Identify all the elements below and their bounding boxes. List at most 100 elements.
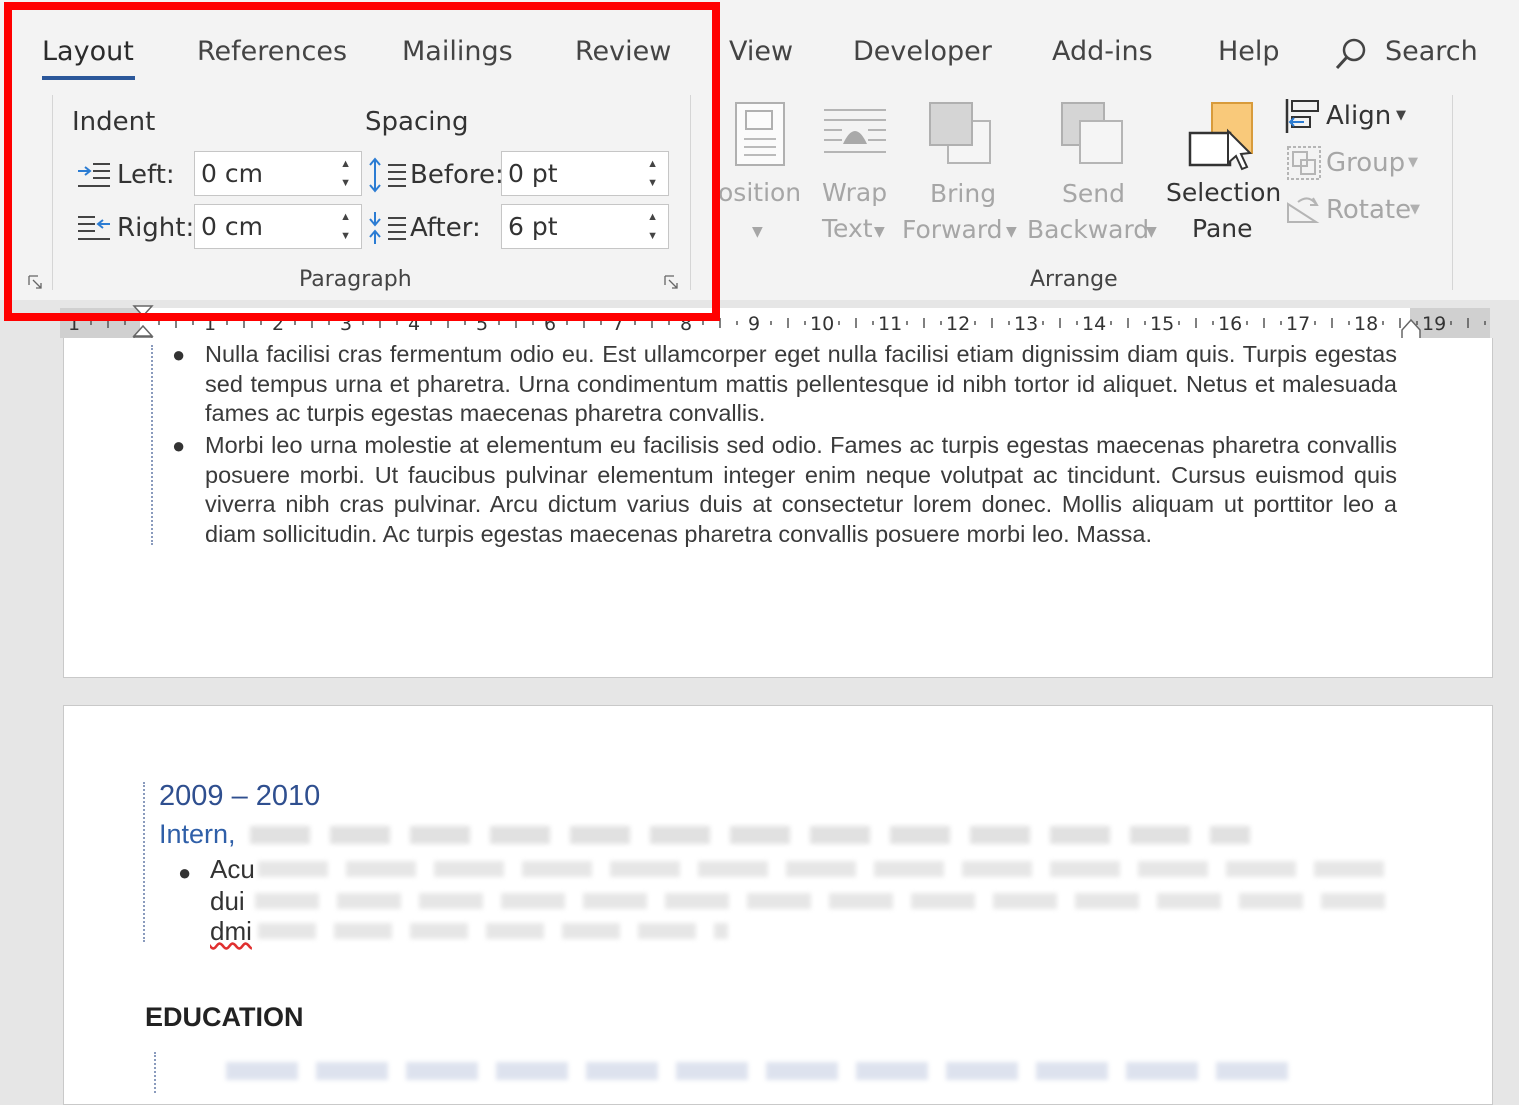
tab-layout[interactable]: Layout — [42, 36, 134, 67]
ruler-number: 1 — [68, 313, 81, 335]
spin-up-icon[interactable]: ▲ — [340, 212, 351, 223]
ruler-number: 4 — [408, 313, 421, 335]
bring-forward-icon — [929, 102, 991, 164]
page-setup-launcher-icon[interactable] — [28, 275, 42, 289]
spin-up-icon[interactable]: ▲ — [340, 159, 351, 170]
spin-down-icon[interactable]: ▼ — [647, 178, 658, 189]
indent-right-input[interactable] — [201, 211, 321, 241]
spacing-before-label: Before: — [410, 160, 504, 190]
spin-down-icon[interactable]: ▼ — [340, 178, 351, 189]
spacing-after-icon — [369, 212, 406, 244]
chevron-down-icon: ▼ — [1146, 224, 1157, 240]
rotate-icon — [1287, 197, 1320, 223]
tab-developer[interactable]: Developer — [853, 36, 992, 67]
spin-up-icon[interactable]: ▲ — [647, 212, 658, 223]
indent-right-label: Right: — [117, 213, 195, 243]
wrap-text-icon — [824, 109, 886, 153]
align-label: Align — [1326, 101, 1392, 131]
job-bullet-text: dmi — [210, 916, 252, 946]
bring-forward-label-line1: Bring — [930, 179, 997, 208]
search-icon — [1335, 38, 1366, 70]
bullet-icon: ● — [172, 342, 186, 367]
chevron-down-icon: ▼ — [874, 224, 885, 240]
tab-help[interactable]: Help — [1218, 36, 1280, 67]
indent-left-label: Left: — [117, 160, 175, 190]
group-divider — [52, 95, 53, 290]
list-item[interactable]: Morbi leo urna molestie at elementum eu … — [205, 431, 1397, 550]
search-label: Search — [1385, 36, 1478, 67]
spacing-before-icon — [369, 157, 406, 193]
ruler-number: 6 — [544, 313, 557, 335]
chevron-down-icon: ▼ — [1410, 202, 1420, 217]
position-icon — [735, 102, 785, 166]
spacing-heading: Spacing — [365, 107, 469, 137]
arrange-group-label: Arrange — [1030, 267, 1118, 292]
blurred-text — [258, 923, 728, 939]
tab-review[interactable]: Review — [575, 36, 671, 67]
ruler-number: 12 — [946, 313, 971, 335]
indent-right-icon — [78, 216, 110, 240]
wrap-text-label-line2: Text — [822, 214, 873, 243]
blurred-text — [250, 826, 1250, 844]
ruler-number: 3 — [340, 313, 353, 335]
tab-add-ins[interactable]: Add-ins — [1052, 36, 1153, 67]
chevron-down-icon: ▼ — [1396, 108, 1406, 123]
ruler-number: 16 — [1218, 313, 1243, 335]
job-bullet-text: Acu — [210, 854, 255, 884]
indent-left-icon — [78, 163, 110, 187]
send-backward-icon — [1061, 102, 1123, 164]
paragraph-frame-marker — [151, 345, 153, 545]
bring-forward-label-line2: Forward — [902, 215, 1003, 244]
ruler-number: 2 — [272, 313, 285, 335]
list-item[interactable]: Nulla facilisi cras fermentum odio eu. E… — [205, 340, 1397, 429]
ruler-number: 5 — [476, 313, 489, 335]
chevron-down-icon: ▼ — [1408, 155, 1418, 170]
ruler-number: 19 — [1422, 313, 1447, 335]
date-range: 2009 – 2010 — [159, 780, 321, 812]
spin-up-icon[interactable]: ▲ — [647, 159, 658, 170]
group-label: Group — [1326, 148, 1406, 178]
indent-heading: Indent — [72, 107, 156, 137]
horizontal-ruler[interactable]: 1 1 2 3 4 5 6 7 8 9 10 11 12 13 14 15 16 17 18 19 — [60, 305, 1490, 348]
chevron-down-icon: ▼ — [752, 224, 763, 240]
spacing-after-input[interactable] — [508, 211, 628, 241]
spin-down-icon[interactable]: ▼ — [647, 231, 658, 242]
group-icon — [1287, 146, 1321, 180]
group-divider — [690, 95, 691, 290]
position-label: osition — [718, 178, 802, 207]
ruler-number: 18 — [1354, 313, 1379, 335]
indent-left-input[interactable] — [201, 158, 321, 188]
paragraph-dialog-launcher-icon[interactable] — [664, 275, 678, 289]
ruler-number: 8 — [680, 313, 693, 335]
blurred-text — [255, 893, 1398, 909]
ruler-number: 13 — [1014, 313, 1039, 335]
align-icon — [1285, 99, 1319, 133]
job-bullet-text: dui — [210, 886, 245, 916]
send-backward-label-line2: Backward — [1027, 215, 1150, 244]
indent-left-spinner[interactable]: ▲ ▼ — [194, 151, 362, 196]
spin-down-icon[interactable]: ▼ — [340, 231, 351, 242]
spacing-after-spinner[interactable]: ▲ ▼ — [501, 204, 669, 249]
ribbon: Layout References Mailings Review View D… — [0, 0, 1519, 300]
blurred-text — [258, 861, 1398, 877]
spacing-before-spinner[interactable]: ▲ ▼ — [501, 151, 669, 196]
send-backward-label-line1: Send — [1062, 179, 1125, 208]
bullet-icon: ● — [178, 860, 192, 885]
tab-references[interactable]: References — [197, 36, 347, 67]
section-heading: EDUCATION — [145, 1002, 304, 1032]
ruler-number: 11 — [878, 313, 903, 335]
tab-view[interactable]: View — [729, 36, 793, 67]
search-box[interactable]: Search — [1334, 34, 1494, 74]
tab-mailings[interactable]: Mailings — [402, 36, 513, 67]
job-title: Intern, — [159, 819, 236, 849]
spacing-after-label: After: — [410, 213, 481, 243]
ruler-number: 17 — [1286, 313, 1311, 335]
selection-pane-label-line1: Selection — [1166, 178, 1282, 207]
ruler-number: 9 — [748, 313, 761, 335]
indent-right-spinner[interactable]: ▲ ▼ — [194, 204, 362, 249]
spacing-before-input[interactable] — [508, 158, 628, 188]
ruler-number: 10 — [810, 313, 835, 335]
group-divider — [1452, 95, 1453, 290]
selection-pane-icon — [1188, 102, 1253, 171]
chevron-down-icon: ▼ — [1006, 224, 1017, 240]
